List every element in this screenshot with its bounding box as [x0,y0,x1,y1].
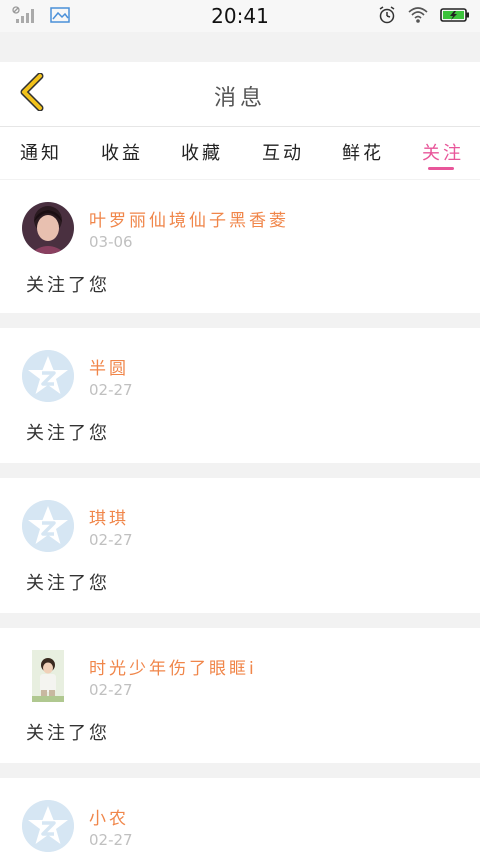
message-text: 关注了您 [26,275,110,296]
wifi-icon [408,6,428,28]
message-date: 02-27 [89,531,133,549]
tab-interactions[interactable]: 互动 [262,139,304,165]
avatar[interactable] [22,800,74,852]
avatar[interactable] [22,202,74,254]
avatar[interactable] [22,500,74,552]
list-item[interactable]: 时光少年伤了眼眶i 02-27 关注了您 [0,628,480,763]
page-title: 消息 [213,86,266,111]
username[interactable]: 叶罗丽仙境仙子黑香菱 [89,206,289,231]
message-text: 关注了您 [26,573,110,594]
active-tab-indicator [428,167,454,170]
username[interactable]: 小农 [89,804,129,829]
list-item[interactable]: 半圆 02-27 关注了您 [0,328,480,463]
tab-bar: 通知 收益 收藏 互动 鲜花 关注 [0,127,480,179]
tab-notifications[interactable]: 通知 [20,139,62,165]
avatar[interactable] [22,650,74,702]
default-star-avatar-icon [22,800,74,852]
default-star-avatar-icon [22,350,74,402]
header-bar: 消息 [0,62,480,127]
tab-favorites[interactable]: 收藏 [181,139,223,165]
status-bar: 20:41 [0,0,480,32]
message-date: 03-06 [89,233,133,251]
battery-charging-icon [440,7,470,27]
tab-earnings[interactable]: 收益 [101,139,143,165]
tab-follows[interactable]: 关注 [422,139,464,165]
message-date: 02-27 [89,831,133,849]
username[interactable]: 琪琪 [89,504,129,529]
tab-flowers[interactable]: 鲜花 [342,139,384,165]
alarm-icon [378,6,396,28]
message-date: 02-27 [89,681,133,699]
default-star-avatar-icon [22,500,74,552]
message-text: 关注了您 [26,723,110,744]
username[interactable]: 半圆 [89,354,129,379]
list-item[interactable]: 小农 02-27 [0,778,480,854]
status-right-icons [378,6,470,28]
list-item[interactable]: 琪琪 02-27 关注了您 [0,478,480,613]
username[interactable]: 时光少年伤了眼眶i [89,654,257,679]
list-item[interactable]: 叶罗丽仙境仙子黑香菱 03-06 关注了您 [0,180,480,313]
message-date: 02-27 [89,381,133,399]
message-text: 关注了您 [26,423,110,444]
avatar[interactable] [22,350,74,402]
